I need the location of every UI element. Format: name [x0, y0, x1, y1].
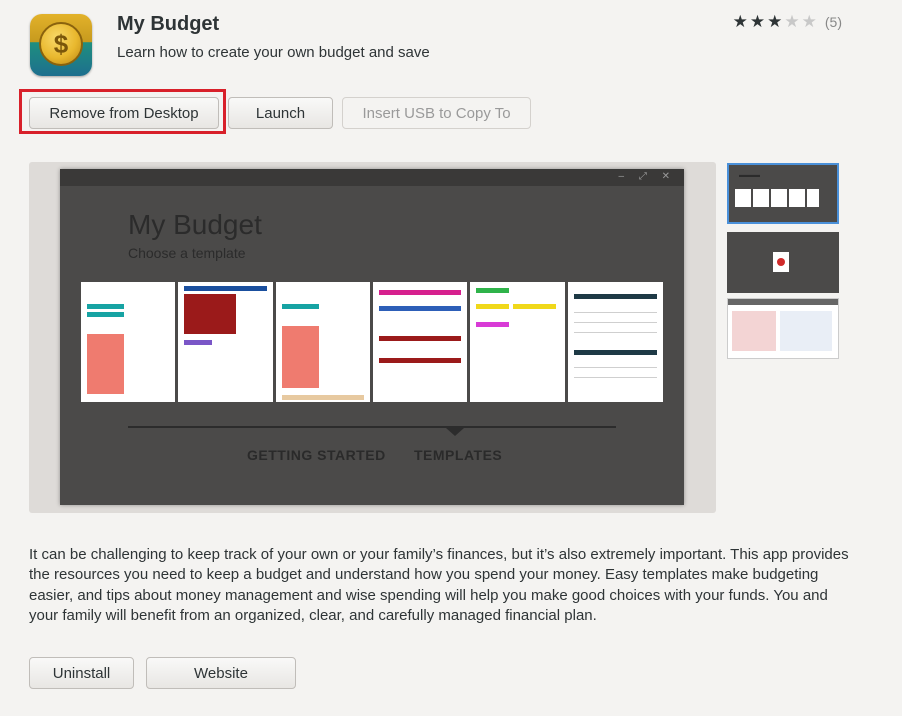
main-screenshot[interactable]: – ⤢ ✕ My Budget Choose a template GETTIN… — [60, 169, 684, 505]
template-thumbnail — [470, 282, 565, 402]
template-thumbnail — [373, 282, 467, 402]
screenshot-titlebar: – ⤢ ✕ — [60, 169, 684, 186]
window-controls-icon: – ⤢ ✕ — [618, 171, 676, 182]
star-filled-icon: ★ — [732, 12, 748, 31]
rating-count: (5) — [824, 14, 842, 30]
remove-from-desktop-button[interactable]: Remove from Desktop — [29, 97, 219, 129]
star-empty-icon: ★ — [784, 12, 800, 31]
coin-dollar-icon: $ — [39, 22, 83, 66]
star-filled-icon: ★ — [749, 12, 766, 31]
screenshot-tab-getting-started: GETTING STARTED — [247, 447, 386, 463]
screenshot-tab-templates: TEMPLATES — [414, 447, 503, 463]
star-filled-icon: ★ — [767, 12, 783, 31]
app-description: It can be challenging to keep track of y… — [29, 546, 849, 624]
app-title: My Budget — [117, 13, 220, 35]
thumbnail-preview: ▬▬▬ — [739, 172, 760, 179]
tab-pointer-icon — [446, 428, 464, 436]
rating: ★ ★ ★ ★ ★ (5) — [733, 13, 842, 31]
template-thumbnail — [276, 282, 370, 402]
screenshot-gallery: – ⤢ ✕ My Budget Choose a template GETTIN… — [29, 162, 716, 513]
uninstall-button[interactable]: Uninstall — [29, 657, 134, 689]
gallery-thumbnail-1[interactable]: ▬▬▬ — [727, 163, 839, 224]
insert-usb-button: Insert USB to Copy To — [342, 97, 531, 129]
launch-button[interactable]: Launch — [228, 97, 333, 129]
app-summary: Learn how to create your own budget and … — [117, 44, 430, 61]
gallery-thumbnail-2[interactable] — [727, 232, 839, 293]
app-icon: $ — [30, 14, 92, 76]
screenshot-tab-track — [128, 426, 616, 428]
website-button[interactable]: Website — [146, 657, 296, 689]
template-thumbnail — [178, 282, 273, 402]
template-thumbnail — [81, 282, 175, 402]
star-empty-icon: ★ — [801, 12, 817, 31]
screenshot-title: My Budget — [128, 209, 262, 240]
template-thumbnail — [568, 282, 663, 402]
screenshot-subtitle: Choose a template — [128, 245, 246, 261]
gallery-thumbnail-3[interactable] — [727, 298, 839, 359]
